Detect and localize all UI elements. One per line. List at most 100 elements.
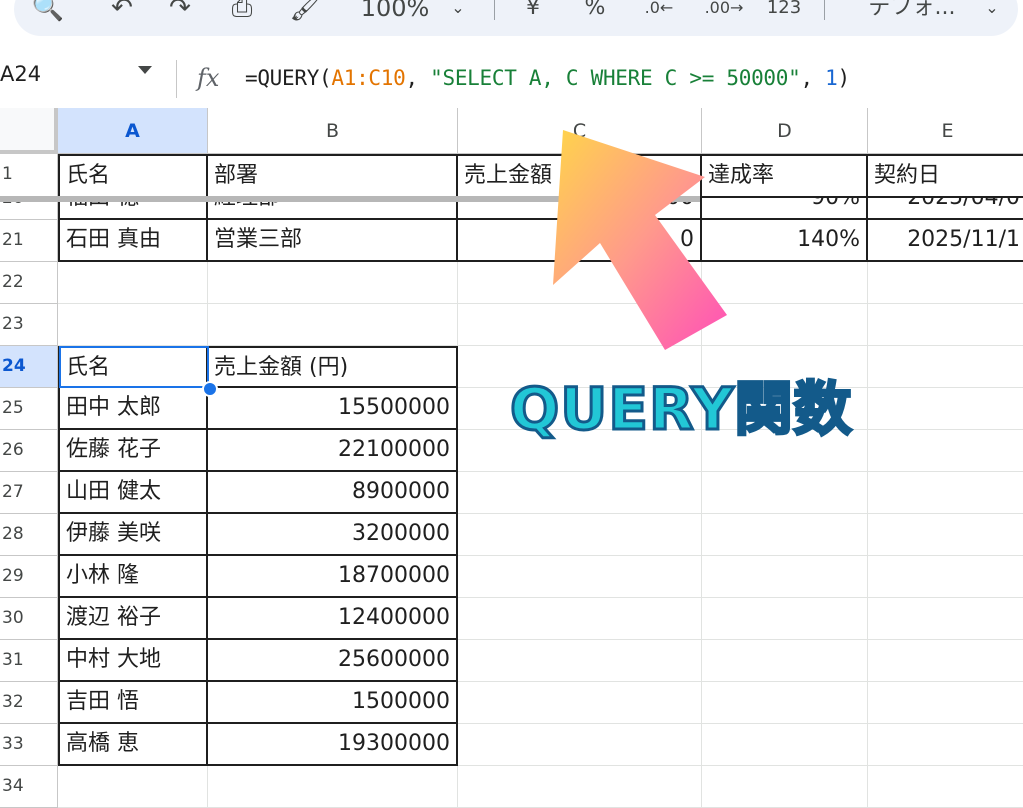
- row-header-27[interactable]: 27: [0, 472, 58, 514]
- redo-icon[interactable]: ↷: [160, 0, 200, 28]
- result-amount-cell[interactable]: 15500000: [208, 388, 458, 430]
- print-icon[interactable]: ⎙: [222, 0, 262, 28]
- name-box[interactable]: A24: [0, 62, 41, 86]
- increase-decimal-button[interactable]: .00→: [696, 0, 752, 28]
- cell[interactable]: [702, 514, 868, 556]
- row-header-25[interactable]: 25: [0, 388, 58, 430]
- decrease-decimal-button[interactable]: .0←: [634, 0, 684, 28]
- arrow-overlay: [553, 130, 727, 350]
- font-select[interactable]: デフォ...: [852, 0, 972, 28]
- cell[interactable]: [208, 304, 458, 346]
- cell[interactable]: [458, 724, 702, 766]
- result-amount-cell[interactable]: 18700000: [208, 556, 458, 598]
- cell[interactable]: [702, 556, 868, 598]
- row-header-32[interactable]: 32: [0, 682, 58, 724]
- row-header-33[interactable]: 33: [0, 724, 58, 766]
- cell[interactable]: 2025/11/1: [868, 220, 1023, 262]
- toolbar-divider: [824, 0, 825, 20]
- number-format-button[interactable]: 123: [764, 0, 804, 28]
- currency-button[interactable]: ¥: [518, 0, 548, 28]
- cell[interactable]: [458, 640, 702, 682]
- result-name-cell[interactable]: 高橋 恵: [58, 724, 208, 766]
- fill-handle[interactable]: [202, 381, 218, 397]
- row-header-26[interactable]: 26: [0, 430, 58, 472]
- result-amount-cell[interactable]: 25600000: [208, 640, 458, 682]
- row-header-29[interactable]: 29: [0, 556, 58, 598]
- column-header-b[interactable]: B: [208, 108, 458, 154]
- row-header-21[interactable]: 21: [0, 220, 58, 262]
- cell[interactable]: [868, 262, 1023, 304]
- result-name-cell[interactable]: 田中 太郎: [58, 388, 208, 430]
- cell[interactable]: [868, 598, 1023, 640]
- cell[interactable]: [868, 556, 1023, 598]
- cell[interactable]: [868, 724, 1023, 766]
- result-name-cell[interactable]: 佐藤 花子: [58, 430, 208, 472]
- cell[interactable]: [868, 388, 1023, 430]
- cell[interactable]: [458, 514, 702, 556]
- toolbar: 🔍 ↶ ↷ ⎙ 🖌 100% ⌄ ¥ % .0← .00→ 123 デフォ...…: [0, 0, 1023, 38]
- select-all-corner[interactable]: [0, 108, 58, 154]
- header-cell[interactable]: 氏名: [58, 154, 208, 198]
- result-amount-cell[interactable]: 1500000: [208, 682, 458, 724]
- cell[interactable]: [702, 724, 868, 766]
- result-amount-cell[interactable]: 8900000: [208, 472, 458, 514]
- cell[interactable]: 石田 真由: [58, 220, 208, 262]
- column-header-e[interactable]: E: [868, 108, 1023, 154]
- arrow-shape: [553, 130, 727, 350]
- cell[interactable]: [458, 682, 702, 724]
- cell[interactable]: 営業三部: [208, 220, 458, 262]
- cell[interactable]: [458, 598, 702, 640]
- row-header-23[interactable]: 23: [0, 304, 58, 346]
- row-header-22[interactable]: 22: [0, 262, 58, 304]
- active-cell-outline: [59, 346, 209, 388]
- result-name-cell[interactable]: 中村 大地: [58, 640, 208, 682]
- row-header-28[interactable]: 28: [0, 514, 58, 556]
- cell[interactable]: [868, 682, 1023, 724]
- cell[interactable]: [58, 304, 208, 346]
- paint-format-icon[interactable]: 🖌: [286, 0, 326, 28]
- cell[interactable]: [868, 514, 1023, 556]
- cell[interactable]: [702, 472, 868, 514]
- chevron-down-icon[interactable]: ⌄: [448, 0, 468, 28]
- row-header-31[interactable]: 31: [0, 640, 58, 682]
- row-header-24[interactable]: 24: [0, 346, 58, 388]
- result-amount-cell[interactable]: 12400000: [208, 598, 458, 640]
- result-amount-cell[interactable]: 22100000: [208, 430, 458, 472]
- row-header-30[interactable]: 30: [0, 598, 58, 640]
- cell[interactable]: [868, 640, 1023, 682]
- result-name-cell[interactable]: 小林 隆: [58, 556, 208, 598]
- cell[interactable]: [868, 430, 1023, 472]
- zoom-select[interactable]: 100%: [350, 0, 440, 28]
- column-header-a[interactable]: A: [58, 108, 208, 154]
- formula-input[interactable]: =QUERY(A1:C10, "SELECT A, C WHERE C >= 5…: [245, 66, 850, 90]
- cell[interactable]: [868, 304, 1023, 346]
- percent-button[interactable]: %: [580, 0, 610, 28]
- cell[interactable]: [58, 262, 208, 304]
- cell[interactable]: [702, 640, 868, 682]
- cell[interactable]: [208, 262, 458, 304]
- row-header-1[interactable]: 1: [0, 154, 58, 198]
- result-name-cell[interactable]: 吉田 悟: [58, 682, 208, 724]
- result-amount-cell[interactable]: 3200000: [208, 514, 458, 556]
- cell[interactable]: [702, 682, 868, 724]
- search-icon[interactable]: 🔍: [28, 0, 68, 28]
- formula-suffix: ): [837, 66, 850, 90]
- result-header-amount[interactable]: 売上金額 (円): [208, 346, 458, 388]
- result-amount-cell[interactable]: 19300000: [208, 724, 458, 766]
- chevron-down-icon[interactable]: ⌄: [982, 0, 1002, 28]
- header-cell[interactable]: 契約日: [868, 154, 1023, 198]
- cell[interactable]: [702, 598, 868, 640]
- result-name-cell[interactable]: 山田 健太: [58, 472, 208, 514]
- cell[interactable]: [458, 556, 702, 598]
- undo-icon[interactable]: ↶: [102, 0, 142, 28]
- result-name-cell[interactable]: 伊藤 美咲: [58, 514, 208, 556]
- header-cell[interactable]: 部署: [208, 154, 458, 198]
- cell[interactable]: 2025/04/0: [868, 198, 1023, 220]
- cell[interactable]: [458, 472, 702, 514]
- cell[interactable]: [868, 472, 1023, 514]
- chevron-down-icon[interactable]: [138, 66, 152, 74]
- cell[interactable]: [868, 346, 1023, 388]
- formula-header-count: 1: [825, 66, 838, 90]
- result-name-cell[interactable]: 渡辺 裕子: [58, 598, 208, 640]
- query-title-overlay: QUERY関数: [509, 374, 854, 445]
